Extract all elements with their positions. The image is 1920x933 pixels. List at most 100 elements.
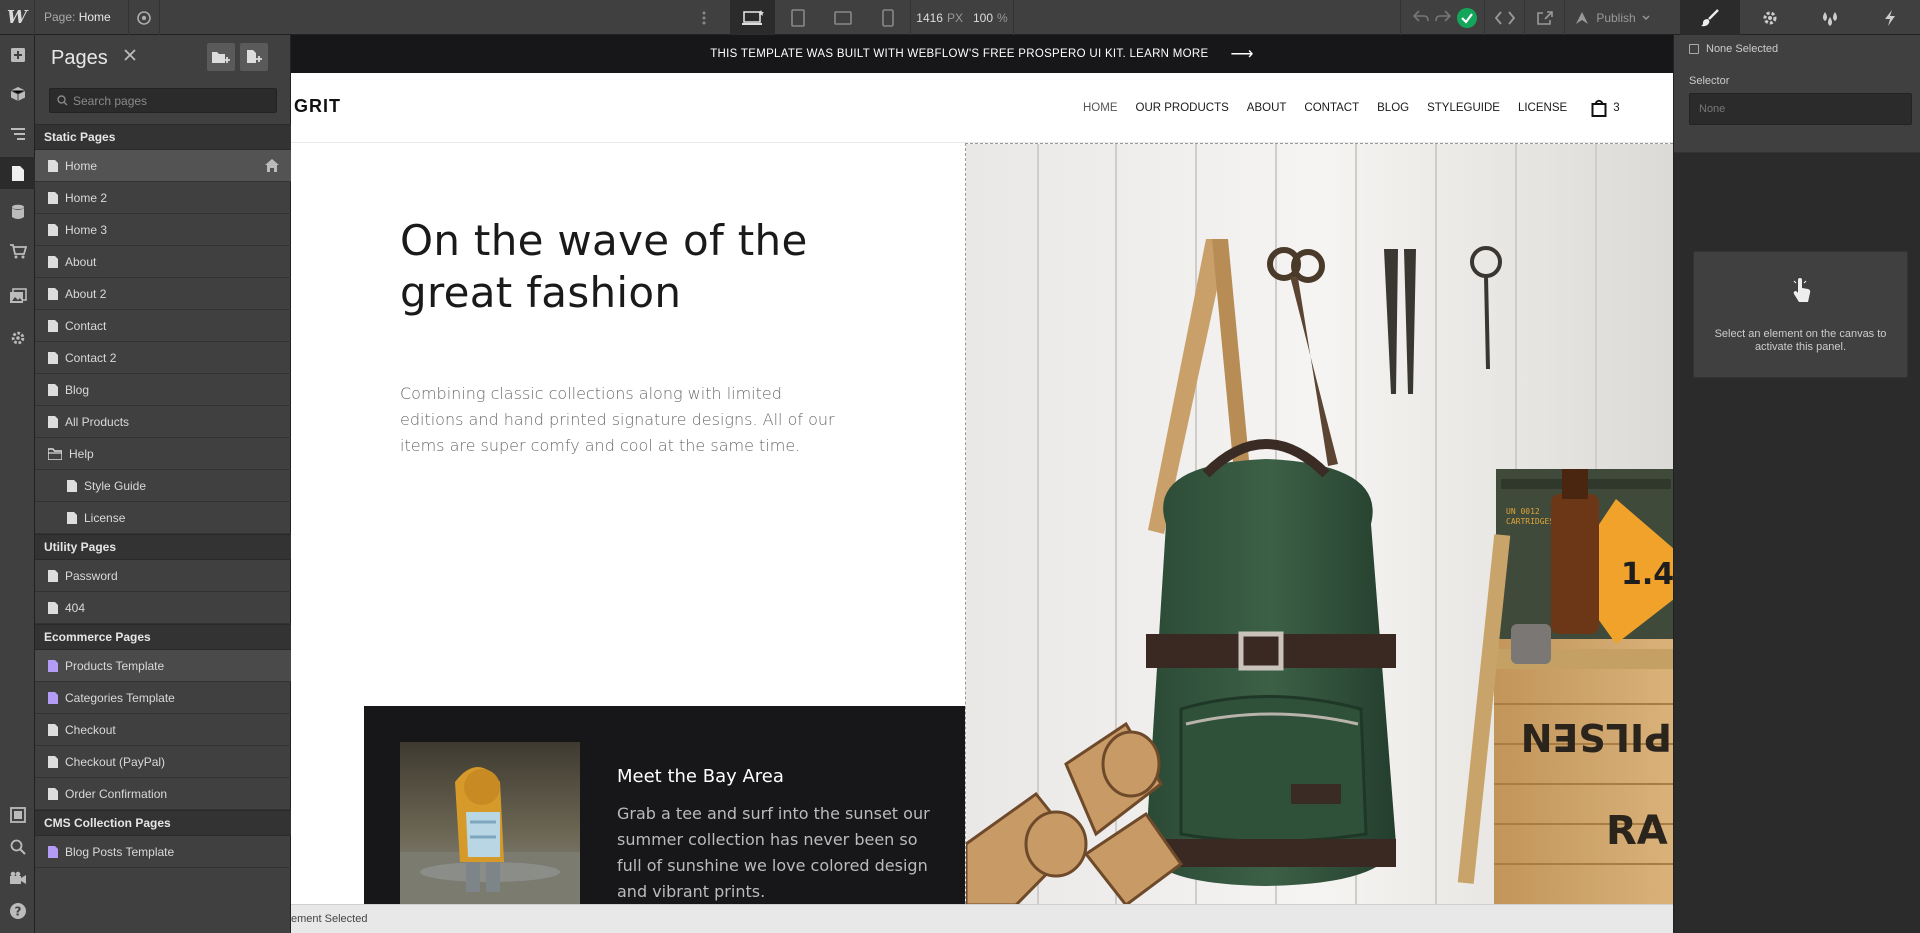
tablet-breakpoint-icon[interactable] [775,0,820,35]
svg-text:PILSEN: PILSEN [1521,715,1672,759]
hero-backpack-tools-image: PILSEN RA UN 0012 CARTRIDGES 1.4 [965,143,1673,904]
publish-label: Publish [1596,10,1636,25]
page-icon [48,787,58,800]
nav-link-contact[interactable]: CONTACT [1304,102,1359,114]
page-item-label: License [84,510,126,525]
page-icon [48,569,58,582]
current-page-label[interactable]: Page: Home [44,10,111,24]
interactions-bolt-icon[interactable] [1860,0,1920,35]
page-item-home[interactable]: Home [35,150,291,182]
page-icon [67,479,77,492]
page-item-all-products[interactable]: All Products [35,406,291,438]
page-icon [48,723,58,736]
style-manager-drops-icon[interactable] [1800,0,1860,35]
add-page-button[interactable] [240,43,268,71]
selector-input[interactable]: None [1689,93,1912,125]
mobile-breakpoint-icon[interactable] [865,0,910,35]
page-item-home-3[interactable]: Home 3 [35,214,291,246]
navigator-icon[interactable] [0,118,35,150]
page-item-checkout-paypal[interactable]: Checkout (PayPal) [35,746,291,778]
canvas-width-unit: PX [946,10,963,25]
preview-eye-icon[interactable] [128,0,160,35]
search-icon [57,95,68,106]
help-question-icon[interactable]: ? [0,895,35,927]
undo-icon[interactable] [1412,10,1429,25]
none-selected-toggle[interactable]: None Selected [1689,43,1778,55]
page-item-style-guide[interactable]: Style Guide [35,470,291,502]
page-item-checkout[interactable]: Checkout [35,714,291,746]
nav-link-home[interactable]: HOME [1083,102,1118,114]
project-settings-gear-icon[interactable] [0,322,35,354]
add-element-icon[interactable] [0,39,35,71]
page-item-categories-template[interactable]: Categories Template [35,682,291,714]
pages-icon[interactable] [0,157,35,189]
publish-button[interactable]: Publish [1564,0,1659,35]
shopping-bag-icon [1591,99,1607,117]
page-item-label: Help [69,446,94,461]
page-item-label: Home 2 [65,190,108,205]
page-item-label: Products Template [65,658,165,673]
section-cms-collection-pages: CMS Collection Pages [35,810,291,836]
page-item-license[interactable]: License [35,502,291,534]
style-brush-icon[interactable] [1680,0,1740,35]
svg-text:RA: RA [1606,808,1668,854]
cms-database-icon[interactable] [0,196,35,228]
share-icon[interactable] [1524,0,1564,35]
page-item-about-2[interactable]: About 2 [35,278,291,310]
page-name: Home [78,10,111,24]
page-icon [48,255,58,268]
nav-link-our-products[interactable]: OUR PRODUCTS [1136,102,1229,114]
search-icon[interactable] [0,831,35,863]
preview-box-icon[interactable] [0,799,35,831]
canvas-size-readout: 1416 PX 100 % [910,0,1014,35]
feature-card: Meet the Bay Area Grab a tee and surf in… [364,706,965,904]
hero-paragraph: Combining classic collections along with… [400,384,835,455]
code-export-icon[interactable] [1484,0,1524,35]
page-item-blog[interactable]: Blog [35,374,291,406]
search-pages-input[interactable] [73,93,263,108]
webflow-logo[interactable]: W [0,0,35,35]
more-vertical-icon[interactable] [694,0,714,35]
page-icon [48,383,58,396]
page-item-order-confirmation[interactable]: Order Confirmation [35,778,291,810]
cart-button[interactable]: 3 [1591,99,1620,117]
close-icon[interactable] [123,48,139,64]
add-folder-button[interactable] [207,43,235,71]
nav-link-styleguide[interactable]: STYLEGUIDE [1427,102,1500,114]
nav-link-license[interactable]: LICENSE [1518,102,1567,114]
promo-banner[interactable]: THIS TEMPLATE WAS BUILT WITH WEBFLOW'S F… [291,35,1673,73]
ecommerce-cart-icon[interactable] [0,235,35,267]
folder-item-help[interactable]: Help [35,438,291,470]
saved-status-icon[interactable] [1450,0,1484,35]
page-item-label: Contact 2 [65,350,117,365]
search-pages-field[interactable] [49,88,277,113]
video-tutorials-icon[interactable] [0,862,35,894]
empty-state-text: Select an element on the canvas to activ… [1714,328,1887,353]
page-item-label: Style Guide [84,478,147,493]
site-brand-logo[interactable]: GRIT [294,96,341,117]
redo-icon[interactable] [1434,10,1451,25]
empty-state-hint: Select an element on the canvas to activ… [1693,251,1908,378]
page-item-home-2[interactable]: Home 2 [35,182,291,214]
left-toolbar: ? [0,35,35,933]
nav-link-blog[interactable]: BLOG [1377,102,1409,114]
folder-icon [48,447,62,460]
page-item-label: Blog Posts Template [65,844,175,859]
landscape-breakpoint-icon[interactable] [820,0,865,35]
settings-gear-icon[interactable] [1740,0,1800,35]
symbols-cube-icon[interactable] [0,78,35,110]
nav-link-about[interactable]: ABOUT [1247,102,1287,114]
page-item-contact-2[interactable]: Contact 2 [35,342,291,374]
design-canvas[interactable]: THIS TEMPLATE WAS BUILT WITH WEBFLOW'S F… [291,35,1673,904]
page-item-password[interactable]: Password [35,560,291,592]
page-item-blog-posts-template[interactable]: Blog Posts Template [35,836,291,868]
page-item-products-template[interactable]: Products Template [35,650,291,682]
section-utility-pages: Utility Pages [35,534,291,560]
page-item-label: Password [65,568,118,583]
page-item-about[interactable]: About [35,246,291,278]
page-item-label: Blog [65,382,90,397]
page-item-contact[interactable]: Contact [35,310,291,342]
page-item-404[interactable]: 404 [35,592,291,624]
desktop-breakpoint-icon[interactable] [730,0,775,35]
assets-images-icon[interactable] [0,280,35,312]
